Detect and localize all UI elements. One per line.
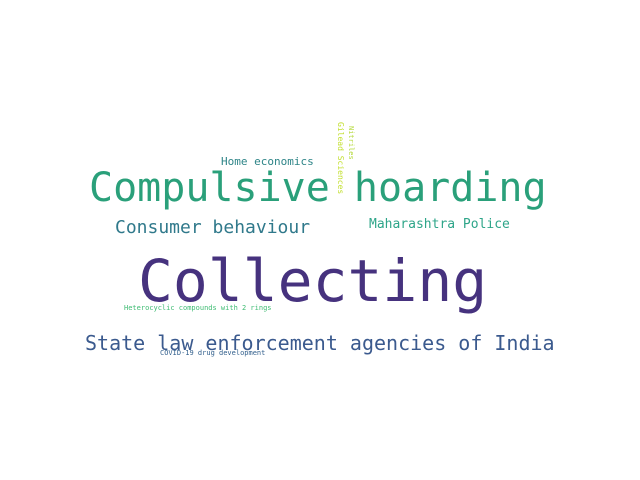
word-state-law-enforcement: State law enforcement agencies of India bbox=[85, 331, 555, 355]
word-heterocyclic-compounds: Heterocyclic compounds with 2 rings bbox=[124, 304, 272, 312]
word-cloud: Collecting Compulsive hoarding State law… bbox=[0, 0, 640, 480]
word-collecting: Collecting bbox=[138, 247, 488, 315]
word-nitriles: Nitriles bbox=[347, 126, 355, 160]
word-home-economics: Home economics bbox=[221, 155, 314, 168]
word-gilead-sciences: Gilead Sciences bbox=[336, 122, 345, 195]
word-compulsive-hoarding: Compulsive hoarding bbox=[89, 165, 547, 211]
word-covid-drug-development: COVID-19 drug development bbox=[160, 349, 266, 357]
word-consumer-behaviour: Consumer behaviour bbox=[115, 217, 311, 238]
word-maharashtra-police: Maharashtra Police bbox=[369, 217, 510, 232]
